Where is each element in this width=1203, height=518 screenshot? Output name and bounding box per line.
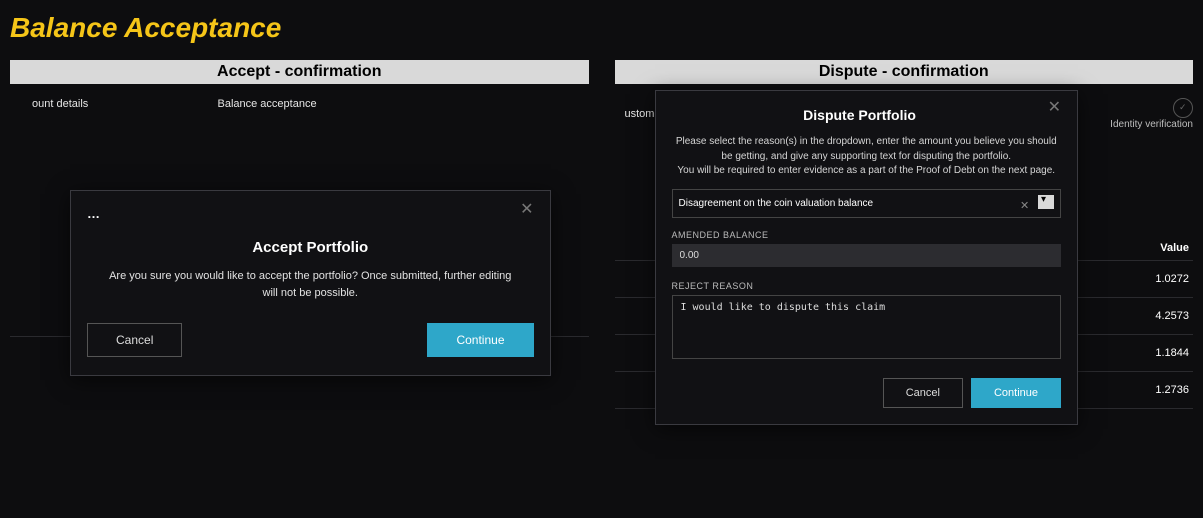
chevron-down-icon[interactable] [1038,195,1054,209]
cancel-button[interactable]: Cancel [87,323,182,357]
accept-panel: Accept - confirmation ount details Balan… [10,60,589,409]
drag-handle-icon: … [87,206,100,221]
step-identity-verification: Identity verification [1110,119,1193,130]
reject-reason-label: REJECT REASON [672,281,1062,291]
reject-reason-textarea[interactable] [672,295,1062,359]
dispute-modal-title: Dispute Portfolio [672,107,1062,123]
dispute-modal: ✕ Dispute Portfolio Please select the re… [655,90,1079,425]
step-balance-acceptance: Balance acceptance [218,98,404,110]
clear-selection-icon[interactable]: ✕ [1020,200,1029,212]
reason-selected-text: Disagreement on the coin valuation balan… [679,198,874,209]
accept-panel-header: Accept - confirmation [10,60,589,84]
dispute-panel: Dispute - confirmation ustomer accoun Id… [615,60,1194,409]
accept-steps: ount details Balance acceptance [10,92,589,116]
dispute-modal-instructions: Please select the reason(s) in the dropd… [672,135,1062,179]
accept-modal: … ✕ Accept Portfolio Are you sure you wo… [70,190,551,376]
continue-button[interactable]: Continue [427,323,533,357]
accept-modal-message: Are you sure you would like to accept th… [107,268,514,301]
close-icon[interactable]: ✕ [520,205,533,215]
amended-balance-label: AMENDED BALANCE [672,230,1062,240]
check-circle-icon [1173,98,1193,118]
reason-select[interactable]: Disagreement on the coin valuation balan… [672,189,1062,218]
amended-balance-input[interactable] [672,244,1062,267]
dispute-panel-header: Dispute - confirmation [615,60,1194,84]
accept-modal-title: Accept Portfolio [87,239,534,256]
cancel-button[interactable]: Cancel [883,378,963,408]
continue-button[interactable]: Continue [971,378,1061,408]
page-title: Balance Acceptance [0,0,1203,60]
close-icon[interactable]: ✕ [1048,103,1061,113]
step-account-details: ount details [32,98,218,110]
